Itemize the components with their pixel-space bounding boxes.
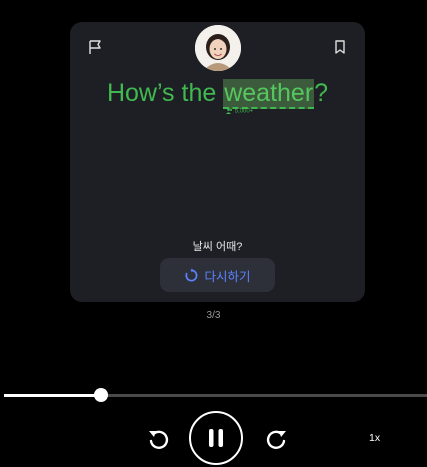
sentence-suffix: ? — [314, 79, 329, 107]
bookmark-icon[interactable] — [332, 39, 348, 55]
replay-forward-icon[interactable] — [262, 425, 290, 453]
users-icon — [226, 108, 232, 114]
progress-track[interactable] — [4, 388, 427, 402]
pause-button[interactable] — [189, 411, 243, 465]
flag-icon[interactable] — [87, 39, 103, 55]
replay-icon — [185, 267, 198, 281]
users-count: 5,000+ — [226, 108, 253, 115]
playback-speed-button[interactable]: 1x — [369, 432, 380, 444]
replay-back-icon[interactable] — [145, 425, 173, 453]
retry-button[interactable]: 다시하기 — [160, 258, 275, 292]
highlighted-word[interactable]: weather — [223, 79, 315, 109]
users-count-label: 5,000+ — [234, 108, 254, 115]
sentence-card: How’s the weather? 5,000+ 날씨 어때? 다시하기 — [70, 22, 365, 302]
translation-text: 날씨 어때? — [192, 241, 243, 253]
sentence-text: How’s the weather? — [70, 79, 365, 109]
progress-thumb[interactable] — [94, 388, 109, 402]
retry-label: 다시하기 — [204, 269, 251, 284]
page-counter: 3/3 — [206, 310, 221, 321]
progress-fill — [4, 394, 102, 397]
avatar — [195, 25, 241, 71]
pause-icon — [209, 429, 223, 447]
sentence-prefix: How’s the — [106, 79, 224, 107]
